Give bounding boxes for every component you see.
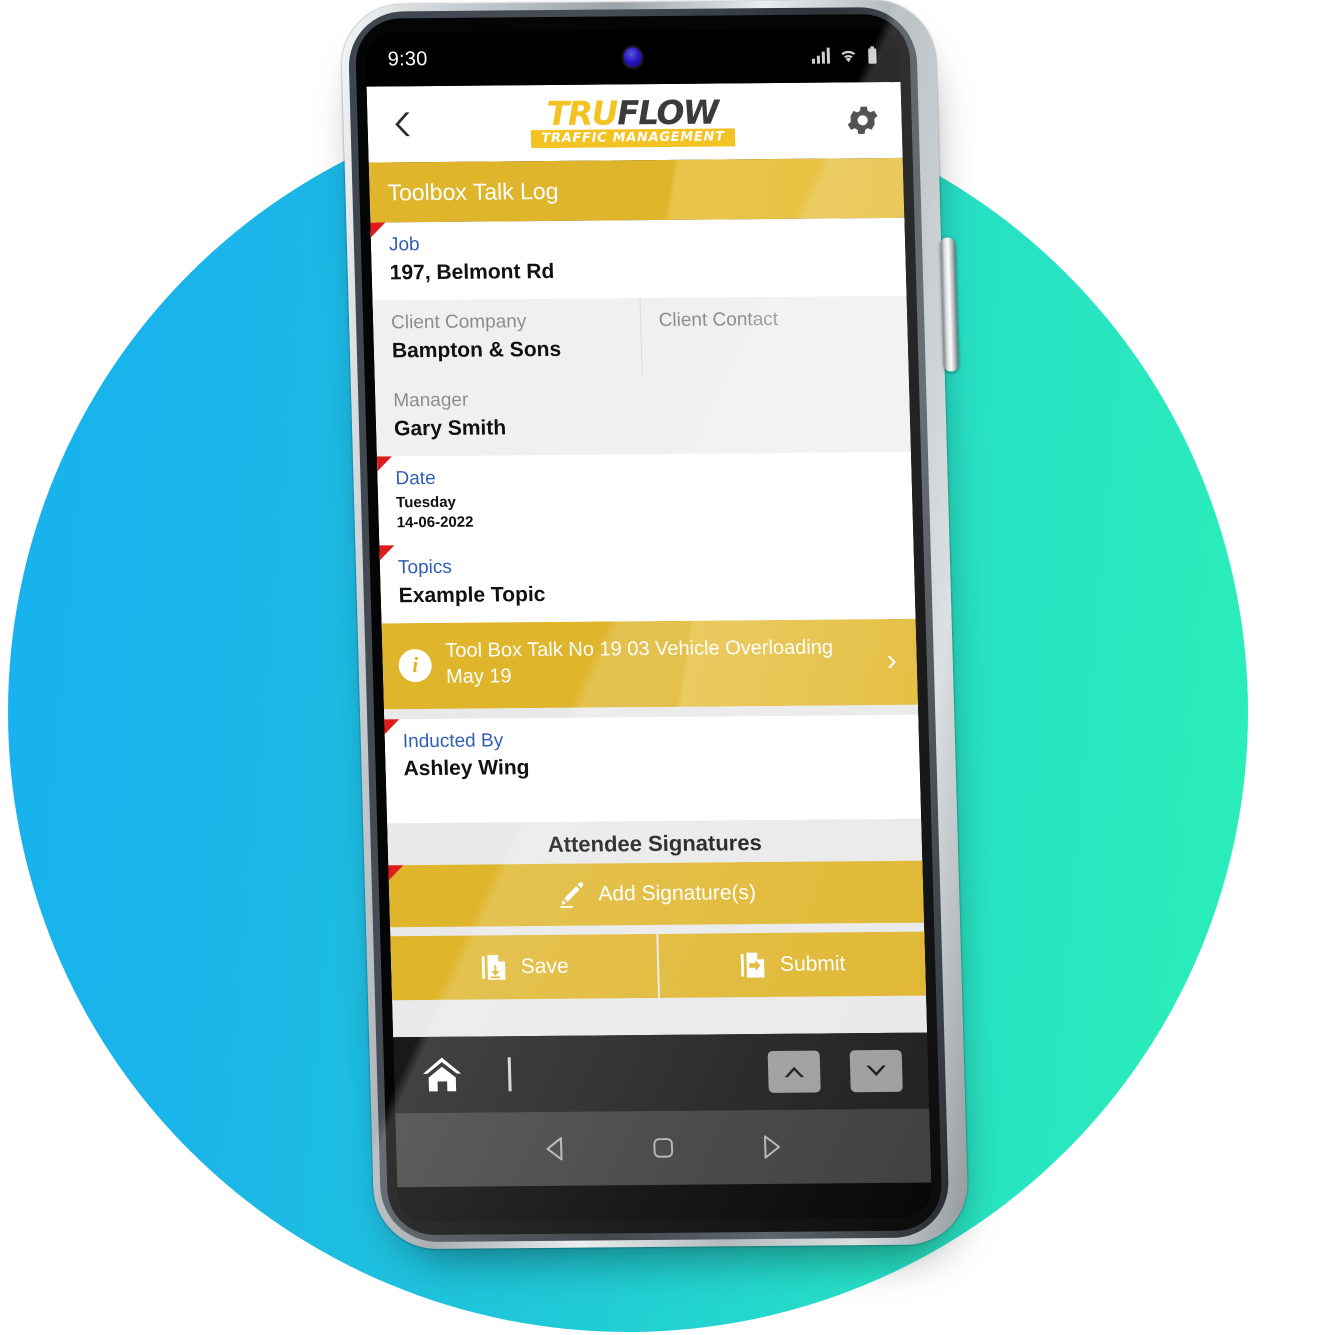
status-bar-spacer — [428, 56, 812, 59]
app-bottom-toolbar — [393, 1032, 930, 1114]
field-inducted-by-spacer — [404, 779, 903, 809]
field-client-company[interactable]: Client Company Bampton & Sons — [372, 298, 642, 379]
field-date-day: Tuesday — [395, 493, 457, 512]
info-icon: i — [398, 648, 433, 682]
field-manager-label: Manager — [393, 389, 469, 412]
status-bar-icons — [811, 46, 879, 65]
logo-flow-text: FLOW — [616, 92, 719, 133]
signal-icon — [811, 47, 831, 64]
field-topics-value: Example Topic — [398, 583, 546, 608]
field-job-value: 197, Belmont Rd — [389, 259, 555, 285]
chevron-right-icon[interactable]: › — [886, 644, 901, 678]
android-system-nav — [395, 1108, 932, 1188]
battery-icon — [868, 46, 877, 64]
submit-button-label: Submit — [779, 951, 846, 976]
field-client-contact[interactable]: Client Contact — [639, 295, 909, 377]
action-button-row: Save Submit — [390, 931, 927, 1000]
save-button-label: Save — [520, 954, 569, 978]
front-camera-punch-hole — [621, 45, 645, 70]
page-title: Toolbox Talk Log — [387, 177, 559, 205]
save-document-icon — [481, 954, 506, 980]
truflow-logo: TRUFLOW TRAFFIC MANAGEMENT — [431, 92, 834, 149]
add-signature-button[interactable]: Add Signature(s) — [388, 860, 925, 927]
add-signature-label: Add Signature(s) — [598, 880, 757, 906]
field-manager[interactable]: Manager Gary Smith — [374, 373, 911, 457]
field-manager-value: Gary Smith — [393, 416, 507, 441]
save-button[interactable]: Save — [390, 933, 659, 1000]
status-bar: 9:30 — [365, 27, 901, 87]
back-chevron-icon[interactable] — [387, 107, 422, 141]
chevron-down-icon — [866, 1065, 886, 1077]
client-row: Client Company Bampton & Sons Client Con… — [372, 295, 909, 379]
previous-field-button[interactable] — [767, 1050, 821, 1093]
gear-icon[interactable] — [843, 101, 882, 139]
next-field-button[interactable] — [849, 1049, 903, 1093]
field-topics[interactable]: Topics Example Topic — [379, 541, 916, 624]
field-client-contact-label: Client Contact — [658, 309, 779, 332]
field-job[interactable]: Job 197, Belmont Rd — [370, 217, 907, 301]
topic-banner-text: Tool Box Talk No 19 03 Vehicle Overloadi… — [445, 636, 834, 688]
logo-tru-text: TRU — [546, 93, 618, 133]
app-header: TRUFLOW TRAFFIC MANAGEMENT — [366, 81, 903, 163]
text-cursor-indicator — [507, 1057, 512, 1092]
submit-button[interactable]: Submit — [658, 931, 927, 998]
page-title-bar: Toolbox Talk Log — [368, 157, 905, 223]
status-time: 9:30 — [387, 47, 428, 70]
pen-icon — [560, 881, 584, 908]
home-icon[interactable] — [420, 1053, 465, 1097]
field-client-company-value: Bampton & Sons — [391, 337, 562, 363]
attendee-signatures-heading: Attendee Signatures — [387, 818, 923, 865]
form-body: Job 197, Belmont Rd Client Company Bampt… — [370, 217, 928, 1038]
field-inducted-by-value: Ashley Wing — [403, 756, 530, 781]
field-topics-label: Topics — [397, 557, 453, 579]
logo-wordmark: TRUFLOW — [546, 92, 718, 132]
field-job-label: Job — [388, 234, 420, 256]
phone-screen: 9:30 TRUFLOW TRAFFIC MANAGEMENT Toolbox … — [365, 27, 933, 1223]
submit-document-icon — [740, 952, 765, 978]
android-home-icon[interactable] — [649, 1134, 678, 1162]
field-inducted-by[interactable]: Inducted By Ashley Wing — [384, 714, 922, 824]
logo-tagline: TRAFFIC MANAGEMENT — [531, 128, 735, 149]
field-date-label: Date — [395, 468, 436, 490]
field-date-value: 14-06-2022 — [396, 513, 474, 532]
android-back-icon[interactable] — [541, 1134, 572, 1164]
screenshot-stage: 9:30 TRUFLOW TRAFFIC MANAGEMENT Toolbox … — [0, 0, 1318, 1335]
field-date[interactable]: Date Tuesday 14-06-2022 — [376, 451, 914, 546]
wifi-icon — [841, 50, 856, 63]
android-forward-icon[interactable] — [755, 1132, 786, 1162]
chevron-up-icon — [784, 1066, 805, 1078]
phone-mockup: 9:30 TRUFLOW TRAFFIC MANAGEMENT Toolbox … — [340, 0, 976, 1274]
field-client-contact-value — [659, 333, 890, 361]
topic-banner[interactable]: i Tool Box Talk No 19 03 Vehicle Overloa… — [381, 619, 918, 710]
field-inducted-by-label: Inducted By — [402, 729, 504, 752]
field-client-company-label: Client Company — [390, 311, 527, 334]
